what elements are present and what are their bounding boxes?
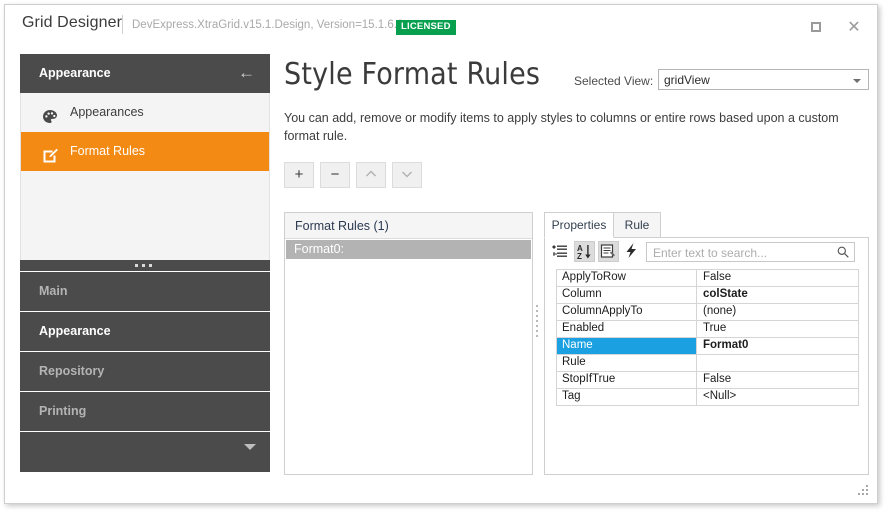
sidebar-group-label: Appearance (39, 324, 111, 338)
sidebar-group-label: Repository (39, 364, 105, 378)
sidebar-group-label: Printing (39, 404, 87, 418)
property-row-selected[interactable]: Name Format0 (557, 338, 859, 355)
property-grid-toolbar: A Z (545, 238, 868, 265)
property-name: Enabled (557, 321, 697, 337)
sidebar-collapse-bar[interactable] (20, 432, 270, 472)
maximize-button[interactable] (805, 18, 827, 38)
sidebar-item-label: Appearances (70, 105, 144, 119)
search-input[interactable] (651, 244, 835, 262)
page-title: Style Format Rules (284, 57, 541, 92)
sidebar-item-appearances[interactable]: Appearances (21, 93, 269, 132)
sidebar-group-main[interactable]: Main (20, 272, 270, 312)
app-title: Grid Designer (22, 14, 123, 31)
sidebar-group-label: Main (39, 284, 68, 298)
close-button[interactable]: ✕ (843, 18, 865, 38)
property-name: Name (557, 338, 697, 354)
alphabetical-sort-icon: A Z (577, 244, 591, 261)
property-grid: ApplyToRow False Column colState ColumnA… (556, 269, 859, 406)
sidebar-splitter[interactable] (20, 260, 270, 272)
search-icon[interactable] (836, 245, 850, 259)
tab-properties[interactable]: Properties (544, 212, 614, 238)
property-value[interactable]: False (698, 372, 731, 389)
format-rules-header: Format Rules (1) (285, 213, 532, 239)
panel-splitter[interactable] (536, 305, 539, 339)
events-lightning-icon (626, 243, 636, 258)
property-row[interactable]: ApplyToRow False (557, 270, 859, 287)
resize-grip-icon[interactable] (858, 485, 870, 497)
assembly-version-text: DevExpress.XtraGrid.v15.1.Design, Versio… (132, 19, 404, 31)
sidebar-group-printing[interactable]: Printing (20, 392, 270, 432)
selected-view-label: Selected View: (574, 74, 654, 88)
property-row[interactable]: Column colState (557, 287, 859, 304)
property-name: Column (557, 287, 697, 303)
categorized-view-button[interactable] (550, 241, 571, 262)
property-value[interactable]: <Null> (698, 389, 736, 406)
properties-panel: Properties Rule A Z Enter text to search… (544, 212, 869, 475)
property-name: Tag (557, 389, 697, 405)
move-down-button[interactable] (392, 162, 422, 188)
sidebar-group-repository[interactable]: Repository (20, 352, 270, 392)
sidebar-item-list: Appearances Format Rules (20, 93, 270, 260)
properties-tabs: Properties Rule (544, 212, 869, 238)
properties-tab-body: A Z Enter text to search... ApplyToRow F… (544, 237, 869, 475)
palette-icon (41, 103, 59, 123)
property-value[interactable]: True (698, 321, 726, 338)
sidebar-item-format-rules[interactable]: Format Rules (21, 132, 269, 171)
property-name: ApplyToRow (557, 270, 697, 286)
property-value[interactable]: (none) (698, 304, 736, 321)
svg-text:Z: Z (577, 252, 582, 261)
categorized-icon (552, 245, 567, 257)
alphabetical-sort-button[interactable]: A Z (574, 241, 595, 262)
close-icon: ✕ (847, 19, 861, 36)
sidebar-item-label: Format Rules (70, 144, 146, 158)
selected-view-value: gridView (664, 73, 710, 87)
format-rule-list-item[interactable]: Format0: (286, 240, 531, 259)
sidebar-header-title: Appearance (39, 66, 111, 80)
property-row[interactable]: ColumnApplyTo (none) (557, 304, 859, 321)
tab-rule[interactable]: Rule (613, 212, 661, 238)
events-button[interactable] (622, 241, 643, 262)
chevron-up-icon (366, 170, 376, 177)
property-row[interactable]: Tag <Null> (557, 389, 859, 406)
property-pages-icon (600, 244, 615, 258)
sidebar: Appearance ← Appearances Format Rules Ma… (20, 54, 270, 478)
move-up-button[interactable] (356, 162, 386, 188)
property-row[interactable]: Rule (557, 355, 859, 372)
property-row[interactable]: StopIfTrue False (557, 372, 859, 389)
property-value[interactable]: False (698, 270, 731, 287)
property-row[interactable]: Enabled True (557, 321, 859, 338)
property-value[interactable]: colState (698, 287, 748, 304)
title-bar: Grid Designer DevExpress.XtraGrid.v15.1.… (5, 5, 877, 44)
property-name: StopIfTrue (557, 372, 697, 388)
property-name: ColumnApplyTo (557, 304, 697, 320)
maximize-icon (811, 22, 821, 33)
chevron-down-icon (402, 171, 412, 178)
add-rule-button[interactable]: + (284, 162, 314, 188)
edit-square-icon (41, 142, 59, 163)
property-name: Rule (557, 355, 697, 371)
splitter-dots-icon (135, 264, 155, 267)
grid-designer-window: Grid Designer DevExpress.XtraGrid.v15.1.… (4, 4, 878, 504)
property-search-box[interactable] (646, 242, 855, 262)
remove-rule-button[interactable]: − (320, 162, 350, 188)
property-value[interactable] (698, 355, 703, 372)
property-value[interactable]: Format0 (698, 338, 748, 355)
property-pages-button[interactable] (598, 241, 619, 262)
chevron-down-icon (853, 79, 861, 83)
sidebar-header: Appearance ← (20, 54, 270, 93)
title-divider (122, 15, 123, 34)
selected-view-dropdown[interactable]: gridView (658, 69, 869, 90)
sidebar-group-appearance[interactable]: Appearance (20, 312, 270, 352)
chevron-down-icon (244, 444, 256, 450)
arrow-left-icon[interactable]: ← (238, 62, 255, 84)
page-description: You can add, remove or modify items to a… (284, 111, 839, 143)
format-rules-panel: Format Rules (1) Format0: (284, 212, 533, 475)
license-badge: LICENSED (396, 20, 456, 35)
